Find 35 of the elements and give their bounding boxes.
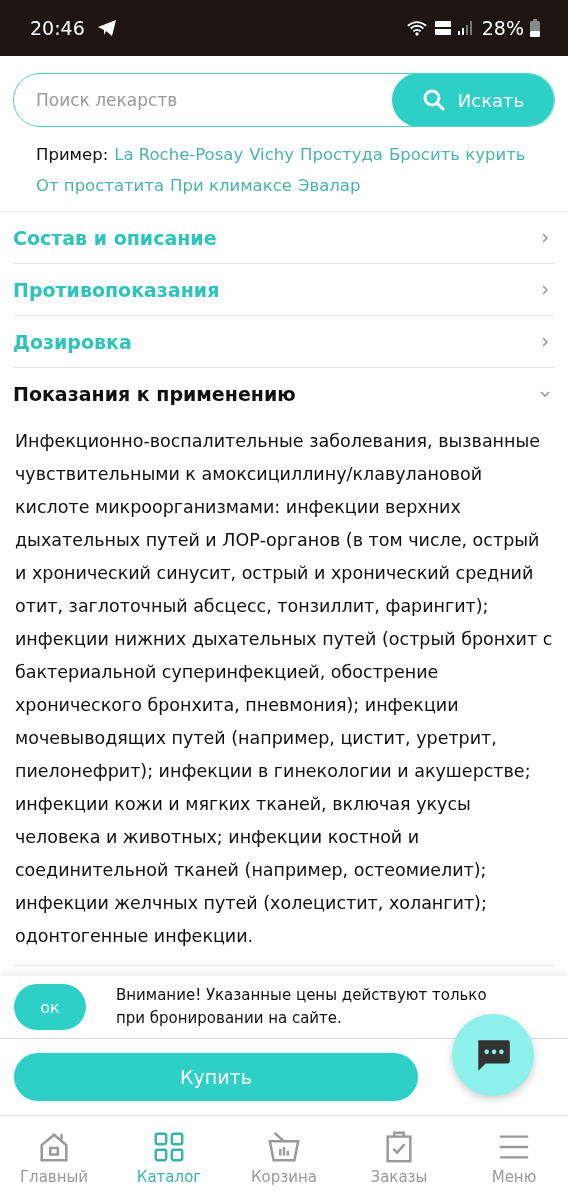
wifi-icon: [405, 19, 428, 37]
signal-icon: [457, 21, 472, 35]
grid-icon: [152, 1130, 186, 1164]
chevron-icon: [539, 231, 551, 244]
chevron-icon: [539, 283, 551, 296]
example-link[interactable]: При климаксе: [170, 170, 292, 201]
nav-tab[interactable]: Меню: [464, 1116, 564, 1200]
nav-tab[interactable]: Каталог: [119, 1116, 219, 1200]
ok-button[interactable]: ок: [14, 984, 86, 1030]
notice-text: Внимание! Указанные цены действуют только при бронировании на сайте.: [116, 985, 488, 1029]
status-time: 20:46: [30, 17, 85, 39]
example-link[interactable]: Эвалар: [297, 170, 361, 201]
battery-percent: 28%: [481, 17, 524, 39]
accordion-header[interactable]: Состав и описание: [13, 212, 555, 264]
example-link[interactable]: La Roche-Posay: [114, 139, 244, 170]
buy-button[interactable]: Купить: [14, 1053, 418, 1101]
accordion-header[interactable]: Показания к применению: [13, 368, 555, 419]
basket-icon: [267, 1130, 301, 1164]
search-button[interactable]: Искать: [392, 74, 554, 126]
example-label: Пример:: [36, 144, 109, 166]
chat-button[interactable]: [452, 1014, 534, 1096]
example-link[interactable]: От простатита: [36, 170, 165, 201]
search-icon: [421, 88, 446, 112]
battery-icon: [530, 19, 540, 37]
example-link[interactable]: Бросить курить: [388, 139, 526, 170]
nav-tab[interactable]: Главный: [4, 1116, 104, 1200]
example-link[interactable]: Vichy: [249, 139, 294, 170]
nav-tab[interactable]: Заказы: [349, 1116, 449, 1200]
accordion-header[interactable]: Противопоказания: [13, 264, 555, 316]
section-text: Инфекционно-воспалительные заболевания, вызванные чувствительными к амоксициллину/клавулановой кислоте микроорганизмами: инфекции верхних дыхательных путей и ЛОР-органов (в том числе, острый и хронический синусит, острый и хронический средний отит, заглоточный абсцесс, тонзиллит, фарингит); инфекции нижних дыхательных путей (острый бронхит с бактериальной суперинфекцией, обострение хронического бронхита, пневмония); инфекции мочевыводящих путей (например, цистит, уретрит, пиелонефрит); инфекции в гинекологии и акушерстве; инфекции кожи и мягких тканей, включая укусы человека и животных; инфекции костной и соединительной тканей (например, остеомиелит); инфекции желчных путей (холецистит, холангит); одонтогенные инфекции.: [13, 419, 555, 966]
nav-tab[interactable]: Корзина: [234, 1116, 334, 1200]
chevron-icon: [539, 335, 551, 348]
accordion-header[interactable]: Дозировка: [13, 316, 555, 368]
example-link[interactable]: Простуда: [300, 139, 383, 170]
paper-plane-icon: [96, 19, 117, 37]
